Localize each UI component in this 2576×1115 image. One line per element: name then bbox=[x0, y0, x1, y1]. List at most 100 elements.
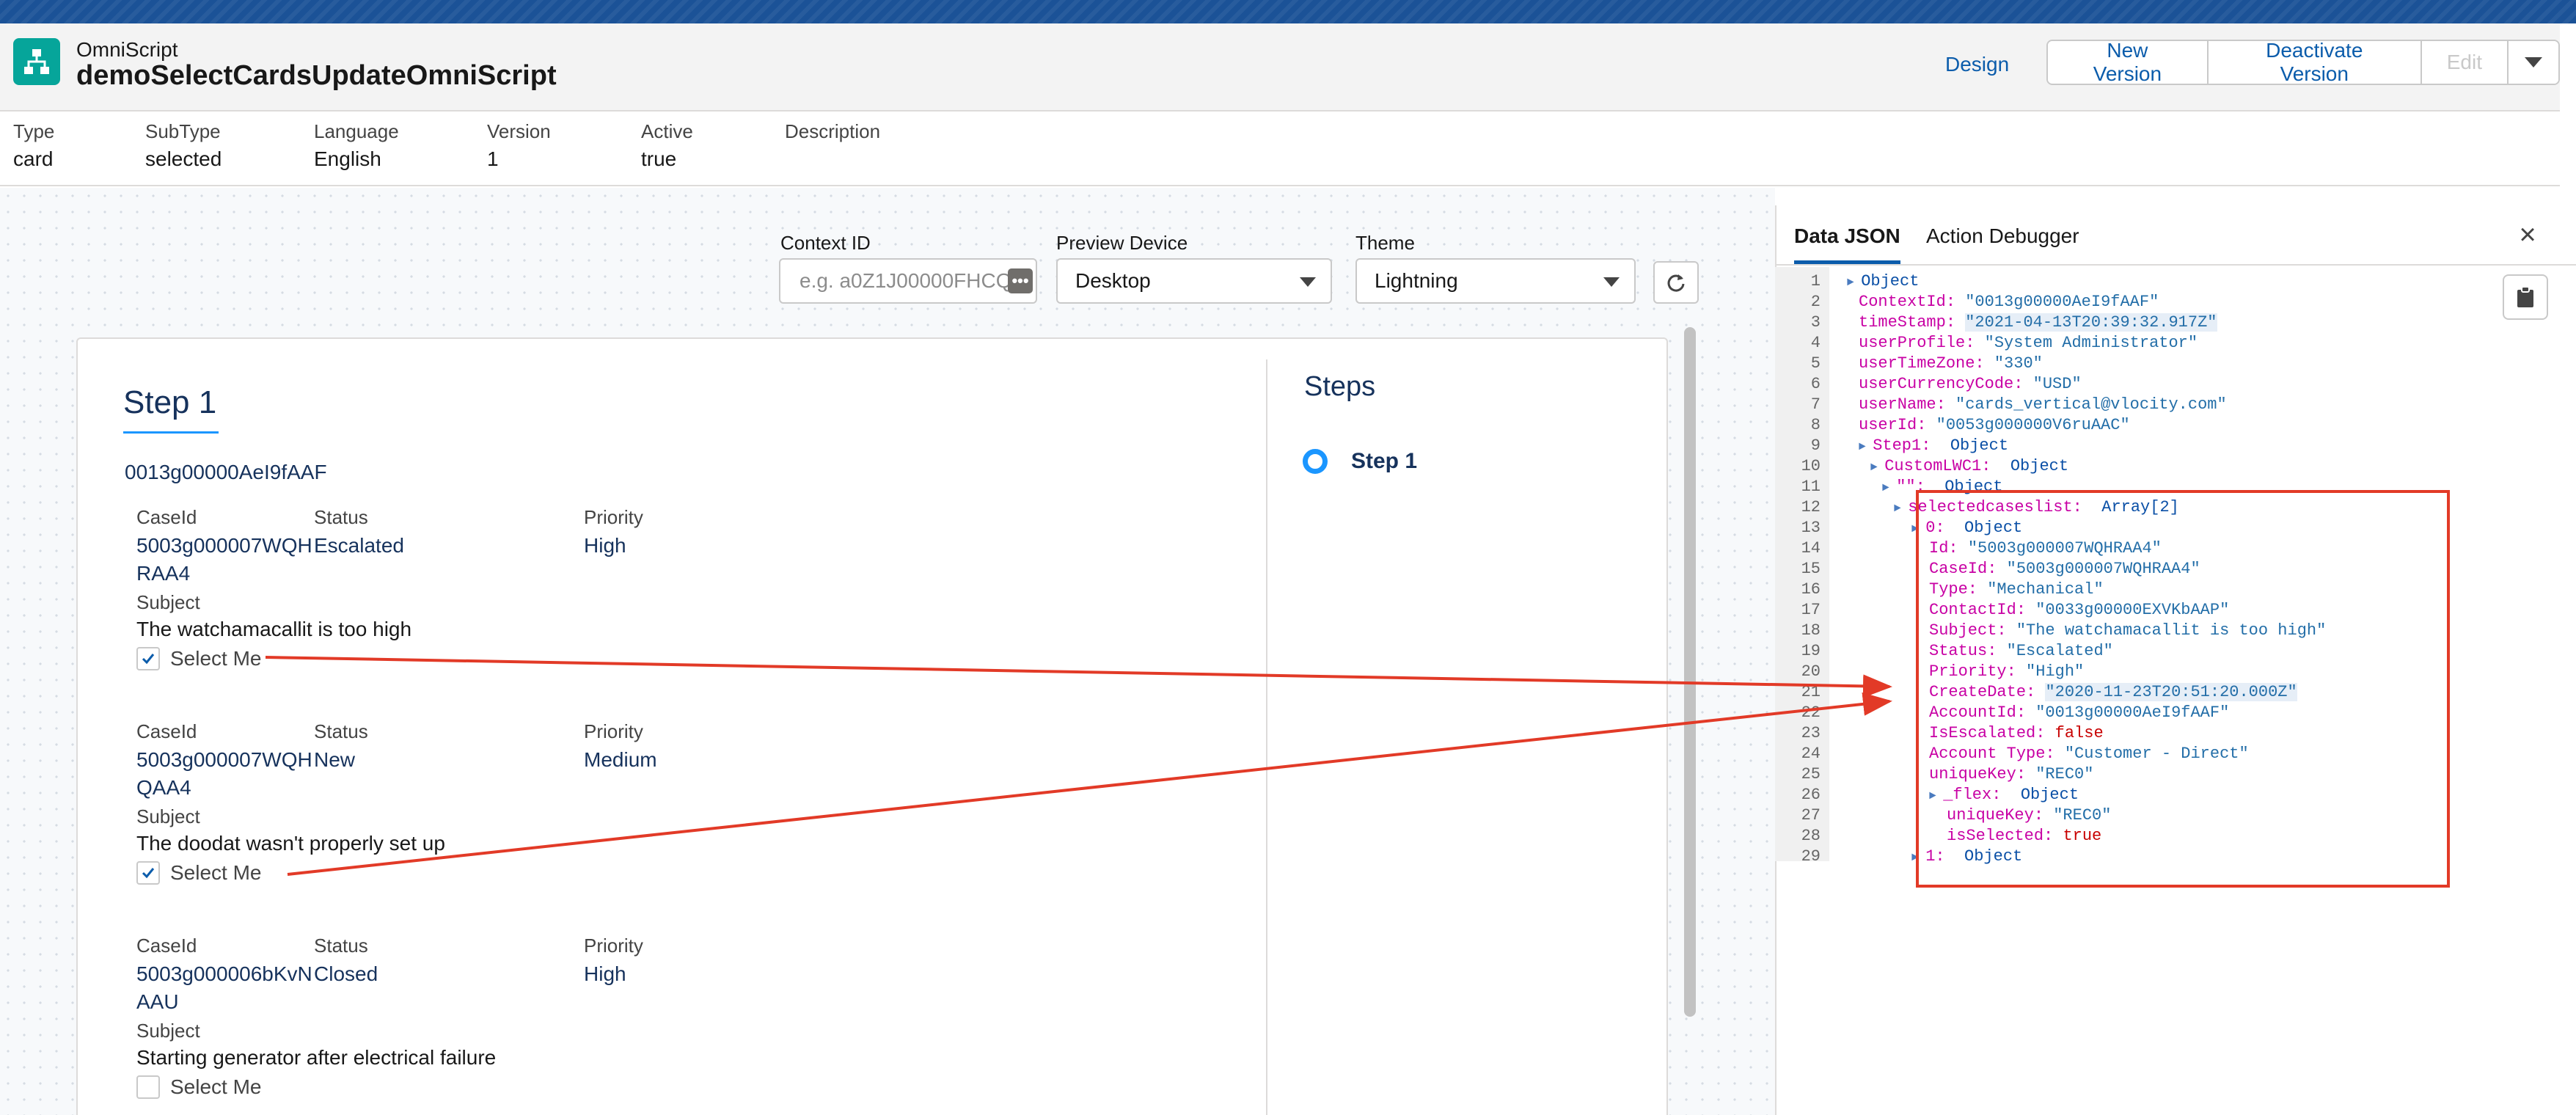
json-key: ContextId: bbox=[1859, 293, 1966, 311]
json-line: timeStamp: "2021-04-13T20:39:32.917Z" bbox=[1859, 312, 2217, 333]
line-number: 27 bbox=[1801, 806, 1821, 825]
line-number: 21 bbox=[1801, 683, 1821, 701]
status-label: Status bbox=[314, 506, 368, 528]
json-value: Object bbox=[2010, 457, 2069, 475]
preview-device-value: Desktop bbox=[1075, 269, 1151, 292]
priority-label: Priority bbox=[584, 720, 643, 742]
expand-triangle-icon[interactable]: ► bbox=[1870, 461, 1884, 474]
field-label: Description bbox=[785, 120, 881, 142]
field-subtype: SubType selected bbox=[145, 120, 222, 171]
expand-triangle-icon[interactable]: ► bbox=[1894, 502, 1908, 515]
clipboard-icon bbox=[2517, 286, 2533, 307]
subject-value: Starting generator after electrical fail… bbox=[136, 1046, 497, 1069]
line-number: 3 bbox=[1810, 313, 1821, 332]
theme-value: Lightning bbox=[1375, 269, 1458, 292]
checkmark-icon bbox=[142, 868, 155, 879]
priority-label: Priority bbox=[584, 935, 643, 957]
json-line: userName: "cards_vertical@vlocity.com" bbox=[1859, 395, 2227, 415]
design-button[interactable]: Design bbox=[1936, 44, 2018, 85]
json-key: userId: bbox=[1859, 416, 1936, 434]
line-number: 11 bbox=[1801, 478, 1821, 496]
field-active: Active true bbox=[641, 120, 693, 171]
json-key: userProfile: bbox=[1859, 334, 1985, 352]
json-key: userCurrencyCode: bbox=[1859, 375, 2033, 393]
line-number: 14 bbox=[1801, 539, 1821, 558]
line-number: 8 bbox=[1810, 416, 1821, 434]
subject-label: Subject bbox=[136, 591, 200, 613]
preview-device-select[interactable]: Desktop bbox=[1056, 258, 1332, 304]
caseid-value-line2: QAA4 bbox=[136, 776, 191, 799]
select-card-checkbox[interactable] bbox=[136, 861, 160, 885]
context-id-input[interactable]: e.g. a0Z1J00000FHCQe bbox=[779, 258, 1037, 304]
steps-divider bbox=[1266, 359, 1267, 1115]
priority-value: High bbox=[584, 962, 626, 985]
status-label: Status bbox=[314, 935, 368, 957]
select-card-checkbox[interactable] bbox=[136, 1075, 160, 1099]
debug-tabbar: Data JSON Action Debugger bbox=[1775, 213, 2576, 266]
select-me-label: Select Me bbox=[170, 1075, 262, 1098]
priority-value: High bbox=[584, 534, 626, 557]
json-value: Object bbox=[1861, 272, 1920, 290]
refresh-button[interactable] bbox=[1653, 261, 1699, 304]
field-label: Type bbox=[13, 120, 55, 142]
caseid-value-line1: 5003g000007WQH bbox=[136, 748, 312, 771]
json-key: timeStamp: bbox=[1859, 313, 1966, 332]
line-number: 25 bbox=[1801, 765, 1821, 783]
step-nav-item[interactable]: Step 1 bbox=[1351, 449, 1417, 474]
theme-select[interactable]: Lightning bbox=[1355, 258, 1636, 304]
caseid-value-line2: RAA4 bbox=[136, 562, 191, 585]
line-number: 24 bbox=[1801, 745, 1821, 763]
page-header: OmniScript demoSelectCardsUpdateOmniScri… bbox=[0, 23, 2560, 186]
field-version: Version 1 bbox=[487, 120, 551, 171]
expand-triangle-icon[interactable]: ► bbox=[1847, 276, 1861, 289]
close-icon[interactable]: × bbox=[2511, 219, 2544, 251]
status-label: Status bbox=[314, 720, 368, 742]
field-label: Version bbox=[487, 120, 551, 142]
select-card-checkbox[interactable] bbox=[136, 647, 160, 670]
json-value: Object bbox=[1950, 436, 2009, 455]
line-number: 20 bbox=[1801, 662, 1821, 681]
more-actions-button[interactable] bbox=[2509, 41, 2558, 84]
json-line[interactable]: ► CustomLWC1: Object bbox=[1870, 456, 2068, 477]
subject-value: The doodat wasn't properly set up bbox=[136, 832, 445, 855]
field-description: Description bbox=[785, 120, 880, 147]
field-value: 1 bbox=[487, 147, 499, 170]
page-title: demoSelectCardsUpdateOmniScript bbox=[76, 60, 557, 91]
more-options-icon[interactable]: ••• bbox=[1008, 268, 1033, 293]
json-key: userName: bbox=[1859, 395, 1956, 414]
copy-to-clipboard-button[interactable] bbox=[2503, 274, 2548, 320]
json-line[interactable]: ► Object bbox=[1847, 271, 1919, 292]
edit-button[interactable]: Edit bbox=[2421, 41, 2509, 84]
subject-label: Subject bbox=[136, 1020, 200, 1042]
json-line: userCurrencyCode: "USD" bbox=[1859, 374, 2082, 395]
field-label: Language bbox=[314, 120, 399, 142]
new-version-button[interactable]: New Version bbox=[2048, 41, 2209, 84]
preview-device-label: Preview Device bbox=[1056, 232, 1188, 254]
line-number: 7 bbox=[1810, 395, 1821, 414]
caseid-value-line1: 5003g000007WQH bbox=[136, 534, 312, 557]
field-value: card bbox=[13, 147, 54, 170]
caseid-value-line2: AAU bbox=[136, 990, 179, 1013]
expand-triangle-icon[interactable]: ► bbox=[1882, 481, 1896, 494]
json-key: userTimeZone: bbox=[1859, 354, 1994, 373]
title-row: OmniScript demoSelectCardsUpdateOmniScri… bbox=[0, 23, 2560, 112]
json-value: "0013g00000AeI9fAAF" bbox=[1965, 293, 2159, 311]
line-number: 6 bbox=[1810, 375, 1821, 393]
caseid-label: CaseId bbox=[136, 935, 197, 957]
deactivate-version-button[interactable]: Deactivate Version bbox=[2208, 41, 2422, 84]
scrollbar-thumb[interactable] bbox=[1684, 327, 1696, 1017]
expand-triangle-icon[interactable]: ► bbox=[1859, 440, 1873, 453]
json-value: "330" bbox=[1994, 354, 2043, 373]
select-me-label: Select Me bbox=[170, 647, 262, 670]
json-value: "2021-04-13T20:39:32.917Z" bbox=[1965, 313, 2217, 332]
tab-action-debugger[interactable]: Action Debugger bbox=[1926, 224, 2079, 264]
context-id-label: Context ID bbox=[780, 232, 871, 254]
step-title-underline bbox=[123, 431, 219, 434]
tab-data-json[interactable]: Data JSON bbox=[1794, 224, 1900, 264]
account-id: 0013g00000AeI9fAAF bbox=[125, 461, 327, 483]
caseid-label: CaseId bbox=[136, 720, 197, 742]
field-value: true bbox=[641, 147, 677, 170]
json-line[interactable]: ► Step1: Object bbox=[1859, 436, 2008, 456]
json-line: ContextId: "0013g00000AeI9fAAF" bbox=[1859, 292, 2159, 312]
caret-down-icon bbox=[1300, 277, 1316, 287]
